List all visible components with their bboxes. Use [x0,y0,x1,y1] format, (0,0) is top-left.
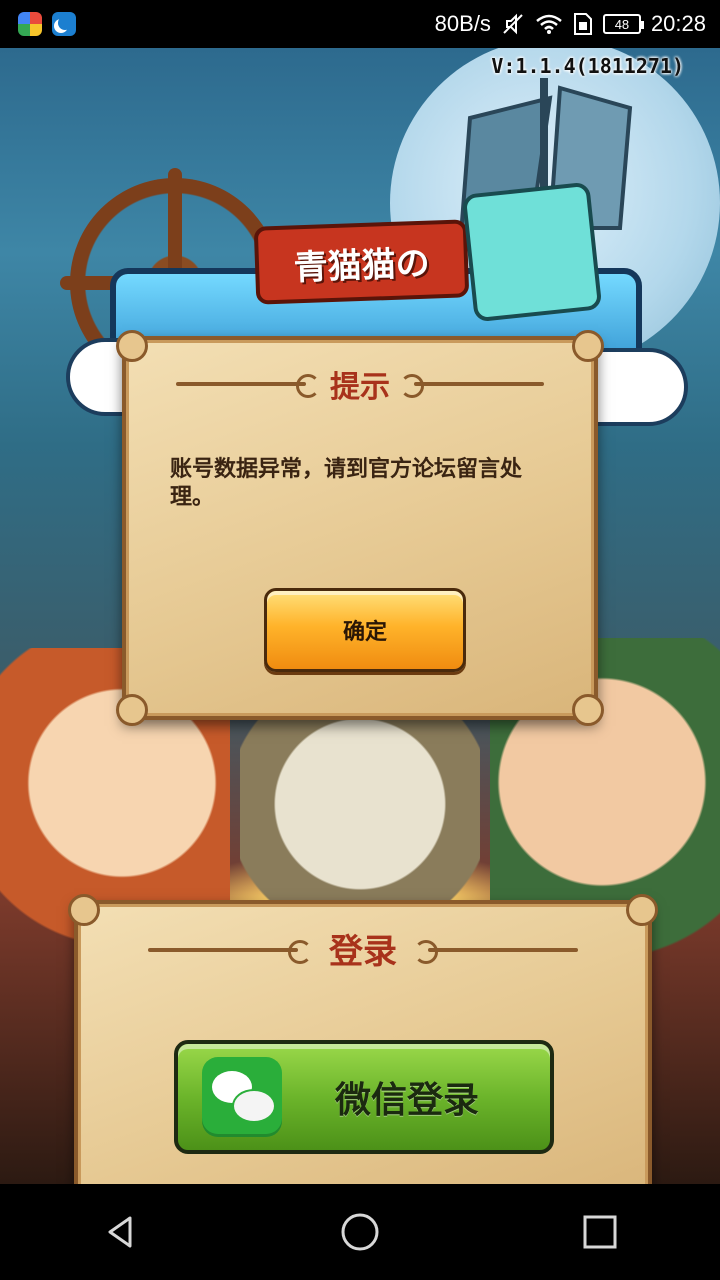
moon-app-notification-icon [52,12,76,36]
version-label: V:1.1.4(1811271) [491,54,684,78]
corner-ornament [68,894,100,926]
wechat-icon [202,1057,282,1137]
corner-ornament [116,694,148,726]
home-button[interactable] [320,1192,400,1272]
login-panel: 登录 微信登录 [68,894,658,1184]
publisher-logo [62,48,242,70]
dialog-title: 提示 [330,370,390,405]
status-bar: 80B/s 48 20:28 [0,0,720,48]
corner-ornament [116,330,148,362]
corner-ornament [572,330,604,362]
alert-dialog: 提示 账号数据异常，请到官方论坛留言处理。 确定 [116,330,604,726]
notification-icons [0,12,76,36]
dialog-message: 账号数据异常，请到官方论坛留言处理。 [170,457,523,510]
mute-icon [503,13,523,35]
title-banner: 青猫猫の [253,219,470,305]
navigation-bar [0,1184,720,1280]
confirm-button[interactable]: 确定 [264,588,466,672]
cat-mascot-illustration [461,181,603,323]
clock: 20:28 [650,11,706,36]
recents-button[interactable] [560,1192,640,1272]
app-notification-icon [18,12,42,36]
back-icon [108,1216,132,1248]
wechat-login-button[interactable]: 微信登录 [174,1040,554,1154]
battery-icon: 48 [602,14,644,34]
status-indicators: 80B/s 48 20:28 [435,0,706,48]
corner-ornament [626,894,658,926]
game-background: V:1.1.4(1811271) 青猫猫の 提示 账号数据异常，请到官方论坛留言… [0,48,720,1184]
login-title: 登录 [329,932,397,972]
wechat-login-label: 微信登录 [334,1080,479,1121]
wifi-icon [536,14,562,34]
network-speed: 80B/s [434,11,491,36]
corner-ornament [572,694,604,726]
chat-bubble-shape [232,1089,276,1123]
home-icon [341,1213,379,1251]
battery-level: 48 [614,16,630,32]
recents-icon [583,1215,617,1249]
sim-card-icon [573,13,592,35]
back-button[interactable] [80,1192,160,1272]
